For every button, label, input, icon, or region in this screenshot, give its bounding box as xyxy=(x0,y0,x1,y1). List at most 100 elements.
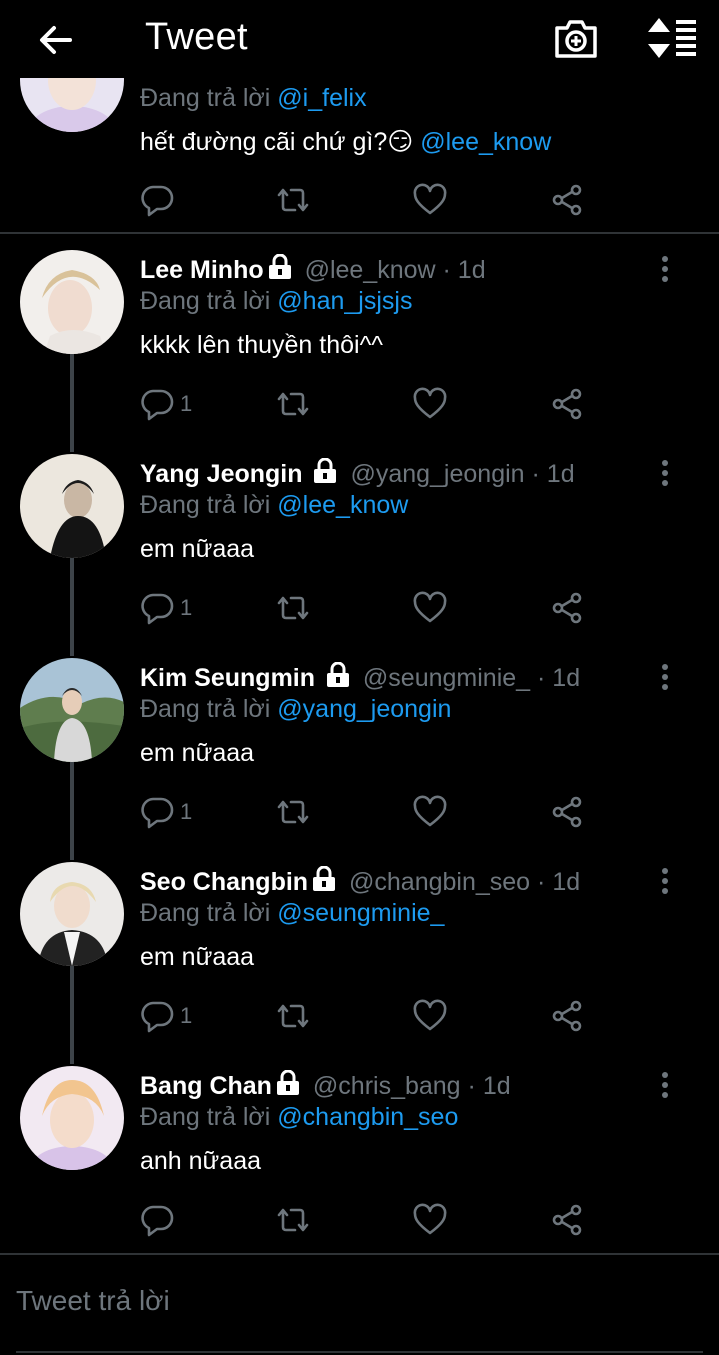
retweet-button[interactable] xyxy=(274,384,312,424)
reply-count: 1 xyxy=(180,799,193,824)
page-title: Tweet xyxy=(145,16,248,58)
tweet-actions: 1 xyxy=(140,588,600,628)
comment-icon xyxy=(141,593,174,625)
timestamp: · 1d xyxy=(467,1072,511,1100)
retweet-icon xyxy=(277,392,309,416)
share-button[interactable] xyxy=(550,180,584,220)
tweet-text: em nữaaa xyxy=(140,739,255,767)
reply-context: Đang trả lời @seungminie_ xyxy=(140,899,445,927)
reply-mention[interactable]: @yang_jeongin xyxy=(277,695,451,723)
avatar[interactable] xyxy=(20,454,124,558)
tweet-actions: 1 xyxy=(140,384,600,424)
retweet-button[interactable] xyxy=(274,792,312,832)
avatar[interactable] xyxy=(20,658,124,762)
lock-icon xyxy=(268,254,291,279)
sort-button[interactable] xyxy=(646,16,698,60)
like-button[interactable] xyxy=(412,384,448,424)
retweet-button[interactable] xyxy=(274,1200,312,1240)
tweet-text: anh nữaaa xyxy=(140,1147,262,1175)
heart-icon xyxy=(413,1203,447,1235)
comment-icon xyxy=(141,1205,174,1237)
retweet-icon xyxy=(277,1004,309,1028)
tweet-text: em nữaaa xyxy=(140,535,255,563)
text-mention[interactable]: @lee_know xyxy=(420,128,551,156)
reply-mention[interactable]: @changbin_seo xyxy=(277,1103,458,1131)
avatar[interactable] xyxy=(20,78,124,132)
share-button[interactable] xyxy=(550,996,584,1036)
more-options-button[interactable] xyxy=(655,1070,675,1100)
timestamp: · 1d xyxy=(531,460,575,488)
user-handle[interactable]: @yang_jeongin xyxy=(350,460,524,488)
back-button[interactable] xyxy=(36,20,76,60)
share-button[interactable] xyxy=(550,588,584,628)
reply-mention[interactable]: @lee_know xyxy=(277,491,408,519)
user-handle[interactable]: @lee_know xyxy=(305,256,436,284)
reply-button[interactable] xyxy=(140,1200,180,1240)
tweet-thread: Đang trả lời @i_felix hết đường cãi chứ … xyxy=(0,78,719,1253)
reply-mention[interactable]: @seungminie_ xyxy=(277,899,444,927)
more-vertical-icon xyxy=(662,460,668,486)
camera-add-icon xyxy=(555,20,597,58)
more-options-button[interactable] xyxy=(655,458,675,488)
lock-icon xyxy=(313,866,336,891)
camera-button[interactable] xyxy=(553,16,599,62)
share-button[interactable] xyxy=(550,792,584,832)
more-options-button[interactable] xyxy=(655,662,675,692)
heart-icon xyxy=(413,591,447,623)
share-icon xyxy=(552,1000,582,1032)
share-button[interactable] xyxy=(550,384,584,424)
share-icon xyxy=(552,388,582,420)
like-button[interactable] xyxy=(412,180,448,220)
reply-mention[interactable]: @i_felix xyxy=(277,84,366,112)
reply-button[interactable]: 1 xyxy=(140,384,192,424)
tweet-item[interactable]: Kim Seungmin @seungminie_ · 1d Đang trả … xyxy=(0,658,719,862)
retweet-button[interactable] xyxy=(274,588,312,628)
tweet-actions xyxy=(140,1200,600,1240)
reply-count: 1 xyxy=(180,1003,193,1028)
more-options-button[interactable] xyxy=(655,866,675,896)
like-button[interactable] xyxy=(412,996,448,1036)
tweet-text: hết đường cãi chứ gì?😏 @lee_know xyxy=(140,128,552,156)
retweet-button[interactable] xyxy=(274,180,312,220)
reply-input[interactable]: Tweet trả lời xyxy=(16,1285,170,1317)
tweet-actions xyxy=(140,180,600,220)
sort-icon xyxy=(648,18,696,58)
tweet-header: Kim Seungmin @seungminie_ · 1d xyxy=(140,662,580,693)
tweet-item[interactable]: Yang Jeongin @yang_jeongin · 1d Đang trả… xyxy=(0,454,719,658)
avatar[interactable] xyxy=(20,250,124,354)
heart-icon xyxy=(413,795,447,827)
reply-button[interactable]: 1 xyxy=(140,792,192,832)
reply-button[interactable]: 1 xyxy=(140,996,192,1036)
like-button[interactable] xyxy=(412,588,448,628)
lock-icon xyxy=(314,458,337,483)
display-name[interactable]: Seo Changbin xyxy=(140,868,308,896)
heart-icon xyxy=(413,183,447,215)
reply-button[interactable] xyxy=(140,180,180,220)
user-handle[interactable]: @chris_bang xyxy=(313,1072,461,1100)
display-name[interactable]: Bang Chan xyxy=(140,1072,272,1100)
tweet-item[interactable]: Seo Changbin @changbin_seo · 1d Đang trả… xyxy=(0,862,719,1066)
arrow-left-icon xyxy=(40,26,72,54)
more-vertical-icon xyxy=(662,868,668,894)
more-options-button[interactable] xyxy=(655,254,675,284)
tweet-item[interactable]: Lee Minho @lee_know · 1d Đang trả lời @h… xyxy=(0,250,719,454)
tweet-item[interactable]: Bang Chan @chris_bang · 1d Đang trả lời … xyxy=(0,1066,719,1246)
reply-mention[interactable]: @han_jsjsjs xyxy=(277,287,412,315)
user-handle[interactable]: @seungminie_ xyxy=(363,664,530,692)
share-icon xyxy=(552,796,582,828)
like-button[interactable] xyxy=(412,792,448,832)
avatar[interactable] xyxy=(20,862,124,966)
reply-context: Đang trả lời @yang_jeongin xyxy=(140,695,452,723)
display-name[interactable]: Yang Jeongin xyxy=(140,460,303,488)
like-button[interactable] xyxy=(412,1200,448,1240)
more-vertical-icon xyxy=(662,664,668,690)
display-name[interactable]: Lee Minho xyxy=(140,256,264,284)
retweet-button[interactable] xyxy=(274,996,312,1036)
share-button[interactable] xyxy=(550,1200,584,1240)
avatar[interactable] xyxy=(20,1066,124,1170)
reply-button[interactable]: 1 xyxy=(140,588,192,628)
tweet-item[interactable]: Đang trả lời @i_felix hết đường cãi chứ … xyxy=(0,78,719,232)
retweet-icon xyxy=(277,188,309,212)
display-name[interactable]: Kim Seungmin xyxy=(140,664,315,692)
user-handle[interactable]: @changbin_seo xyxy=(349,868,530,896)
